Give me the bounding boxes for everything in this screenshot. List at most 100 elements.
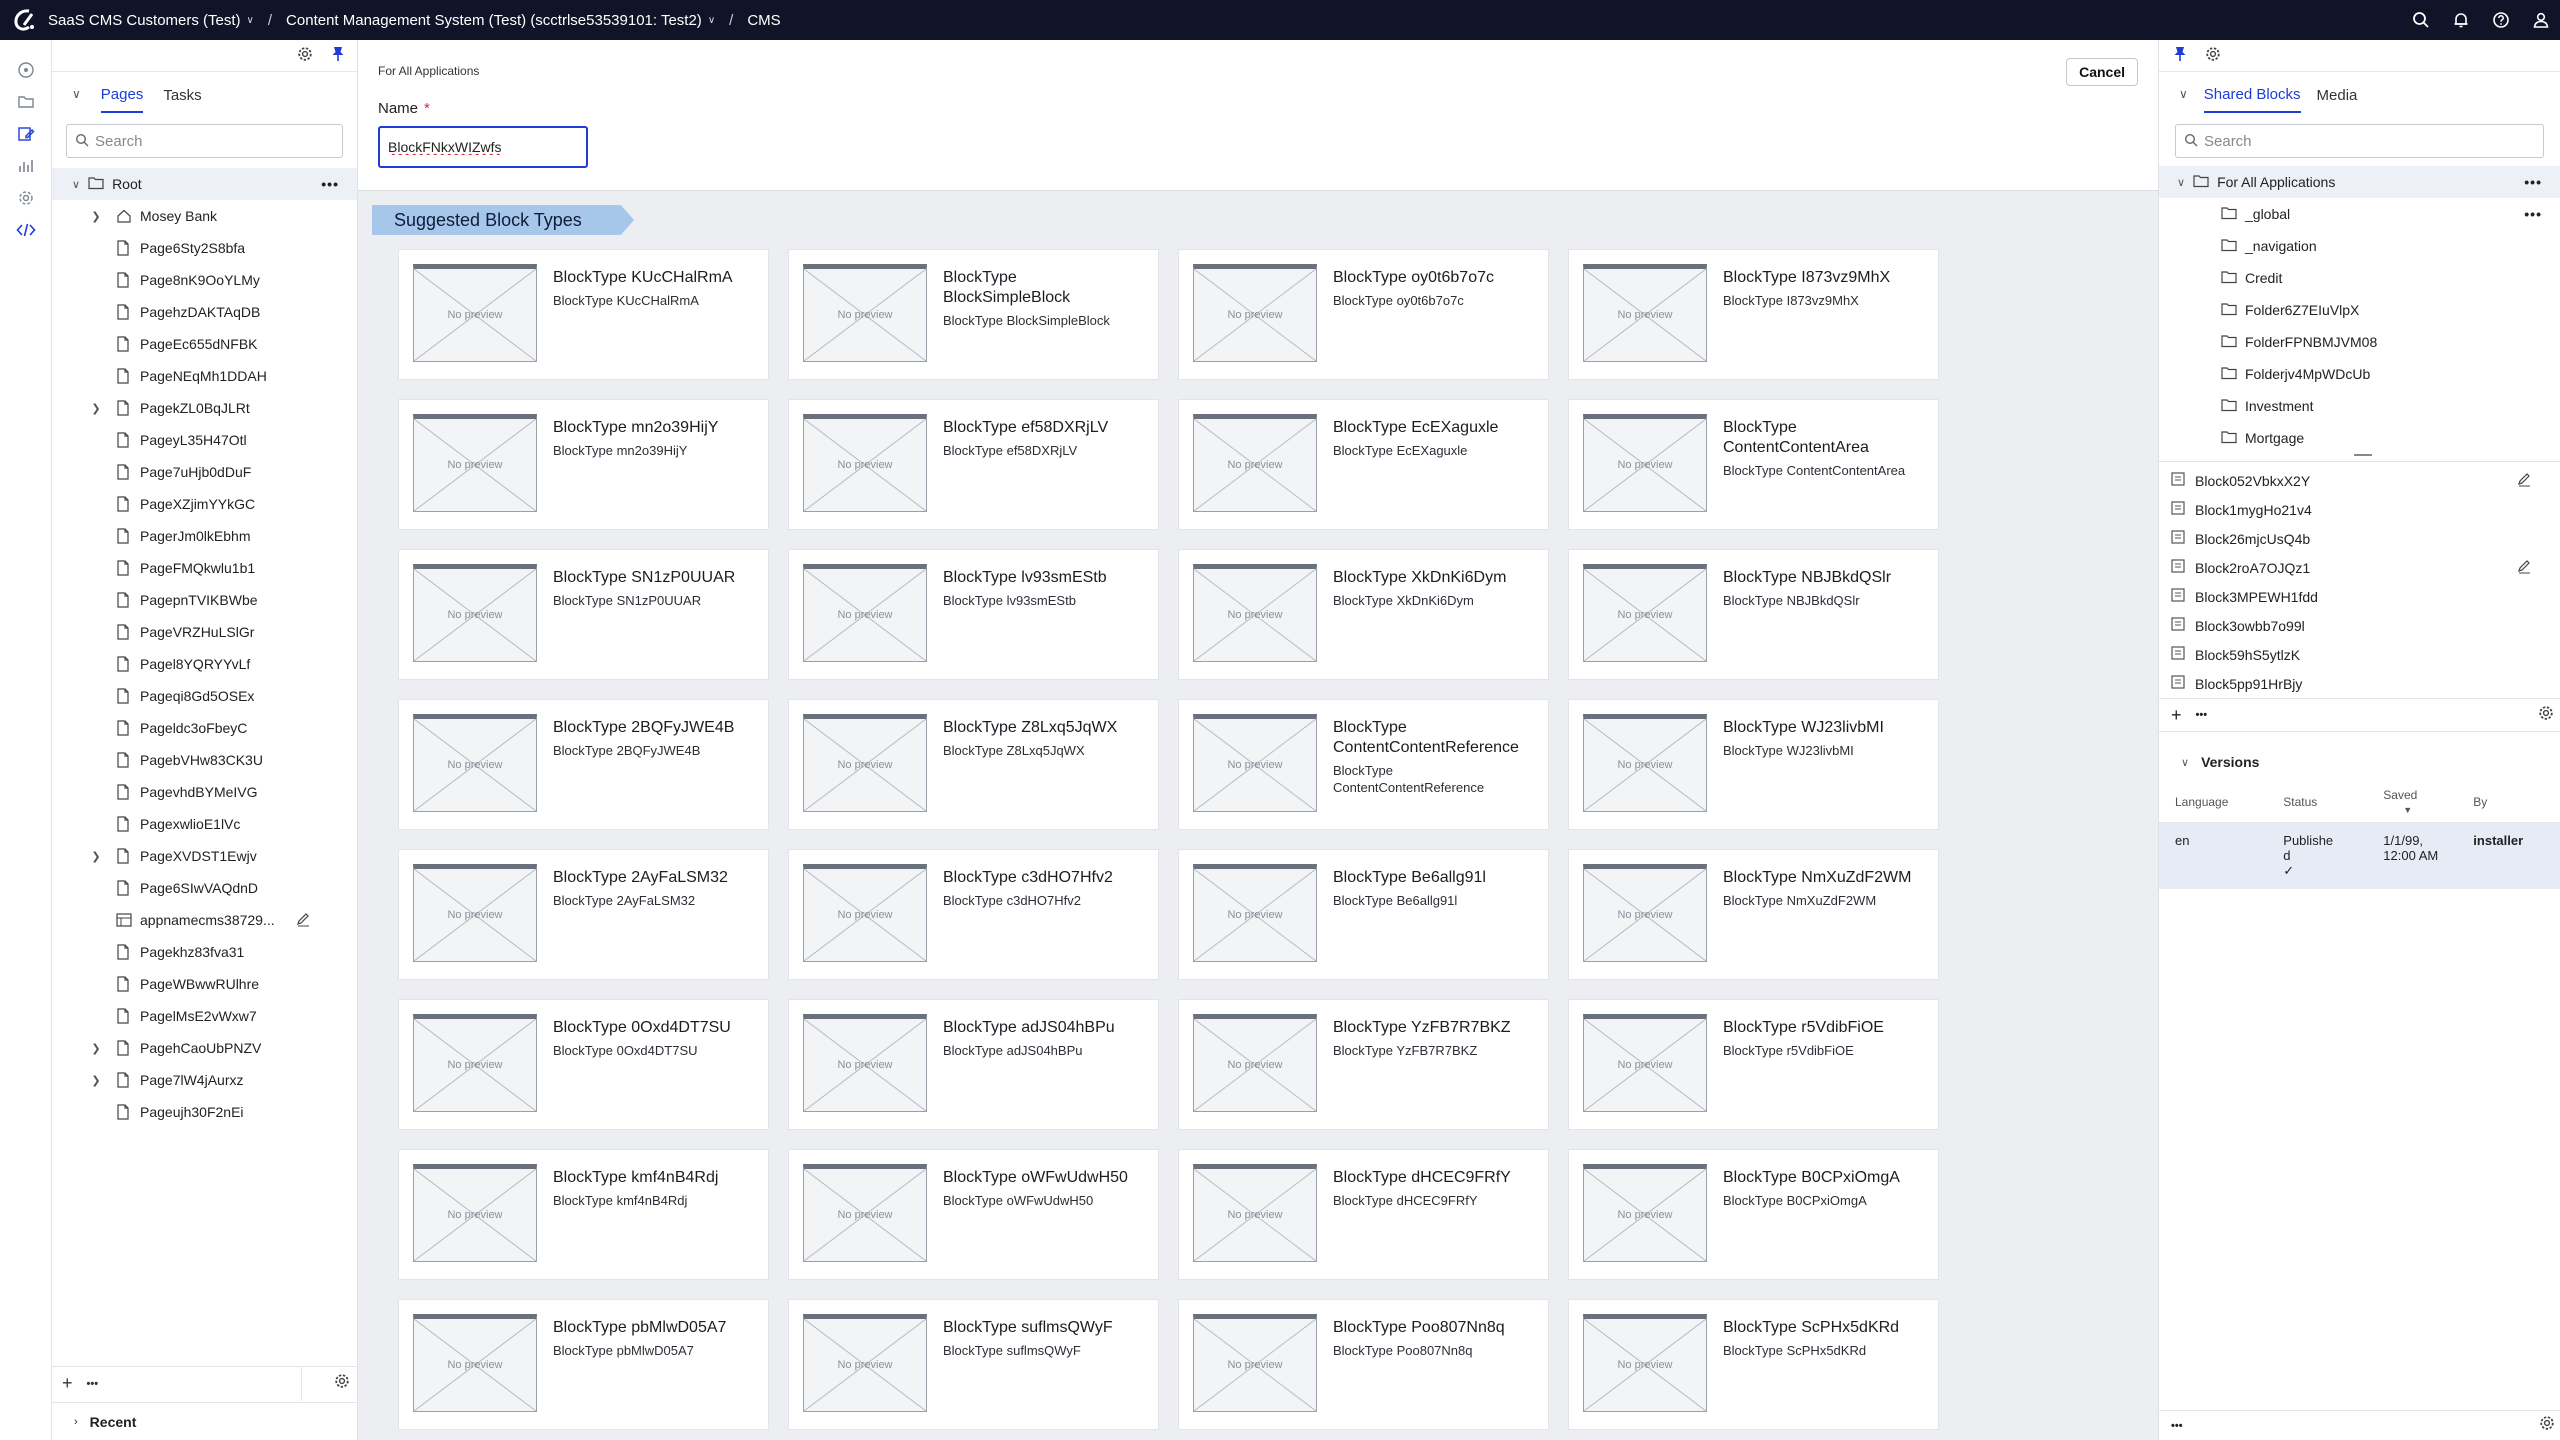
cancel-button[interactable]: Cancel xyxy=(2066,58,2138,86)
folder-icon[interactable] xyxy=(0,86,52,118)
shared-block-item[interactable]: Block3MPEWH1fdd xyxy=(2159,582,2560,611)
tab-pages[interactable]: Pages xyxy=(100,76,144,113)
breadcrumb-item[interactable]: SaaS CMS Customers (Test) ∨ xyxy=(48,12,254,29)
chevron-down-icon[interactable]: ∨ xyxy=(247,15,254,26)
search-input[interactable] xyxy=(2204,132,2528,150)
tree-item[interactable]: PagerJm0lkEbhm xyxy=(52,520,357,552)
folder-item[interactable]: _global ••• xyxy=(2159,198,2560,230)
tree-item[interactable]: PagelMsE2vWxw7 xyxy=(52,1000,357,1032)
gear-icon[interactable] xyxy=(2539,1415,2555,1436)
gear-icon[interactable] xyxy=(2538,705,2554,726)
more-icon[interactable]: ••• xyxy=(321,176,339,192)
column-language[interactable]: Language xyxy=(2159,782,2268,823)
bell-icon[interactable] xyxy=(2452,11,2470,29)
gear-icon[interactable] xyxy=(2205,46,2221,65)
chevron-down-icon[interactable]: ∨ xyxy=(2177,176,2185,189)
block-type-card[interactable]: No preview BlockType dHCEC9FRfY BlockType … xyxy=(1178,1149,1549,1280)
block-type-card[interactable]: No preview BlockType XkDnKi6Dym BlockType … xyxy=(1178,549,1549,680)
block-type-card[interactable]: No preview BlockType ScPHx5dKRd BlockType … xyxy=(1568,1299,1939,1430)
tree-root[interactable]: ∨ Root ••• xyxy=(52,168,357,200)
shared-block-item[interactable]: Block26mjcUsQ4b xyxy=(2159,524,2560,553)
tree-item[interactable]: ❯ PagekZL0BqJLRt xyxy=(52,392,357,424)
more-icon[interactable]: ••• xyxy=(87,1378,99,1390)
tree-item[interactable]: Page6Sty2S8bfa xyxy=(52,232,357,264)
gear-icon[interactable] xyxy=(297,46,313,65)
block-type-card[interactable]: No preview BlockType BlockSimpleBlock Bloc… xyxy=(788,249,1159,380)
chevron-down-icon[interactable]: ∨ xyxy=(72,178,80,191)
block-type-card[interactable]: No preview BlockType EcEXaguxle BlockType … xyxy=(1178,399,1549,530)
shared-block-item[interactable]: Block5pp91HrBjy xyxy=(2159,669,2560,698)
block-type-card[interactable]: No preview BlockType ContentContentRefere… xyxy=(1178,699,1549,830)
chevron-down-icon[interactable]: ∨ xyxy=(2181,756,2189,769)
column-saved[interactable]: Saved ▼ xyxy=(2367,782,2458,823)
folder-item[interactable]: FolderFPNBMJVM08 xyxy=(2159,326,2560,358)
tree-item[interactable]: PageFMQkwlu1b1 xyxy=(52,552,357,584)
block-type-card[interactable]: No preview BlockType Be6allg91l BlockType … xyxy=(1178,849,1549,980)
add-icon[interactable]: + xyxy=(62,1373,73,1394)
reports-icon[interactable] xyxy=(0,150,52,182)
breadcrumb-item[interactable]: CMS xyxy=(747,12,780,29)
pin-icon[interactable] xyxy=(2173,46,2187,65)
block-type-card[interactable]: No preview BlockType lv93smEStb BlockType … xyxy=(788,549,1159,680)
more-icon[interactable]: ••• xyxy=(2171,1420,2183,1432)
block-type-card[interactable]: No preview BlockType NmXuZdF2WM BlockType … xyxy=(1568,849,1939,980)
tree-item[interactable]: Pageldc3oFbeyC xyxy=(52,712,357,744)
chevron-right-icon[interactable]: ❯ xyxy=(86,1042,106,1055)
tab-shared-blocks[interactable]: Shared Blocks xyxy=(2203,76,2301,113)
chevron-right-icon[interactable]: ❯ xyxy=(86,1074,106,1087)
tree-item[interactable]: appnamecms38729... xyxy=(52,904,357,936)
tree-item[interactable]: PageXZjimYYkGC xyxy=(52,488,357,520)
shared-block-item[interactable]: Block1mygHo21v4 xyxy=(2159,495,2560,524)
block-type-card[interactable]: No preview BlockType r5VdibFiOE BlockType … xyxy=(1568,999,1939,1130)
tree-item[interactable]: PagebVHw83CK3U xyxy=(52,744,357,776)
name-field[interactable] xyxy=(378,126,588,168)
tree-item[interactable]: PagepnTVIKBWbe xyxy=(52,584,357,616)
tree-item[interactable]: Page7uHjb0dDuF xyxy=(52,456,357,488)
more-icon[interactable]: ••• xyxy=(2524,206,2542,222)
code-icon[interactable] xyxy=(0,214,52,246)
chevron-right-icon[interactable]: ❯ xyxy=(86,402,106,415)
breadcrumb-item[interactable]: Content Management System (Test) (scctrl… xyxy=(286,12,715,29)
tree-item[interactable]: PageEc655dNFBK xyxy=(52,328,357,360)
folder-item[interactable]: _navigation xyxy=(2159,230,2560,262)
block-type-card[interactable]: No preview BlockType Z8Lxq5JqWX BlockType … xyxy=(788,699,1159,830)
tree-item[interactable]: PagexwlioE1lVc xyxy=(52,808,357,840)
chevron-down-icon[interactable]: ∨ xyxy=(708,15,715,26)
dashboard-icon[interactable] xyxy=(0,54,52,86)
folder-root[interactable]: ∨ For All Applications ••• xyxy=(2159,166,2560,198)
tree-item[interactable]: ❯ Page7lW4jAurxz xyxy=(52,1064,357,1096)
tree-item[interactable]: Pagel8YQRYYvLf xyxy=(52,648,357,680)
tree-item[interactable]: PagehzDAKTAqDB xyxy=(52,296,357,328)
block-type-card[interactable]: No preview BlockType ef58DXRjLV BlockType … xyxy=(788,399,1159,530)
block-type-card[interactable]: No preview BlockType B0CPxiOmgA BlockType … xyxy=(1568,1149,1939,1280)
block-type-card[interactable]: No preview BlockType kmf4nB4Rdj BlockType … xyxy=(398,1149,769,1280)
folder-item[interactable]: Investment xyxy=(2159,390,2560,422)
tab-media[interactable]: Media xyxy=(2317,77,2358,112)
sort-down-icon[interactable]: ▼ xyxy=(2403,805,2412,815)
settings-icon[interactable] xyxy=(0,182,52,214)
block-type-card[interactable]: No preview BlockType ContentContentArea Bl… xyxy=(1568,399,1939,530)
block-type-card[interactable]: No preview BlockType adJS04hBPu BlockType … xyxy=(788,999,1159,1130)
tree-item[interactable]: PageVRZHuLSlGr xyxy=(52,616,357,648)
search-icon[interactable] xyxy=(2412,11,2430,29)
gear-icon[interactable] xyxy=(334,1373,350,1394)
block-type-card[interactable]: No preview BlockType c3dHO7Hfv2 BlockType … xyxy=(788,849,1159,980)
chevron-right-icon[interactable]: › xyxy=(74,1416,78,1428)
more-icon[interactable]: ••• xyxy=(2196,709,2208,721)
block-type-card[interactable]: No preview BlockType 2AyFaLSM32 BlockType … xyxy=(398,849,769,980)
folder-item[interactable]: Folderjv4MpWDcUb xyxy=(2159,358,2560,390)
chevron-right-icon[interactable]: ❯ xyxy=(86,850,106,863)
chevron-down-icon[interactable]: ∨ xyxy=(72,87,81,101)
tree-item[interactable]: Pageujh30F2nEi xyxy=(52,1096,357,1128)
tree-item[interactable]: ❯ Mosey Bank xyxy=(52,200,357,232)
shared-block-item[interactable]: Block59hS5ytlzK xyxy=(2159,640,2560,669)
block-type-card[interactable]: No preview BlockType 2BQFyJWE4B BlockType … xyxy=(398,699,769,830)
tree-item[interactable]: Pageqi8Gd5OSEx xyxy=(52,680,357,712)
block-type-card[interactable]: No preview BlockType SN1zP0UUAR BlockType … xyxy=(398,549,769,680)
column-by[interactable]: By xyxy=(2457,782,2560,823)
edit-icon[interactable] xyxy=(0,118,52,150)
help-icon[interactable] xyxy=(2492,11,2510,29)
table-row[interactable]: en Publishe d ✓ 1/1/99, 12:00 AM install… xyxy=(2159,822,2560,889)
block-type-card[interactable]: No preview BlockType I873vz9MhX BlockType … xyxy=(1568,249,1939,380)
more-icon[interactable]: ••• xyxy=(2524,174,2542,190)
